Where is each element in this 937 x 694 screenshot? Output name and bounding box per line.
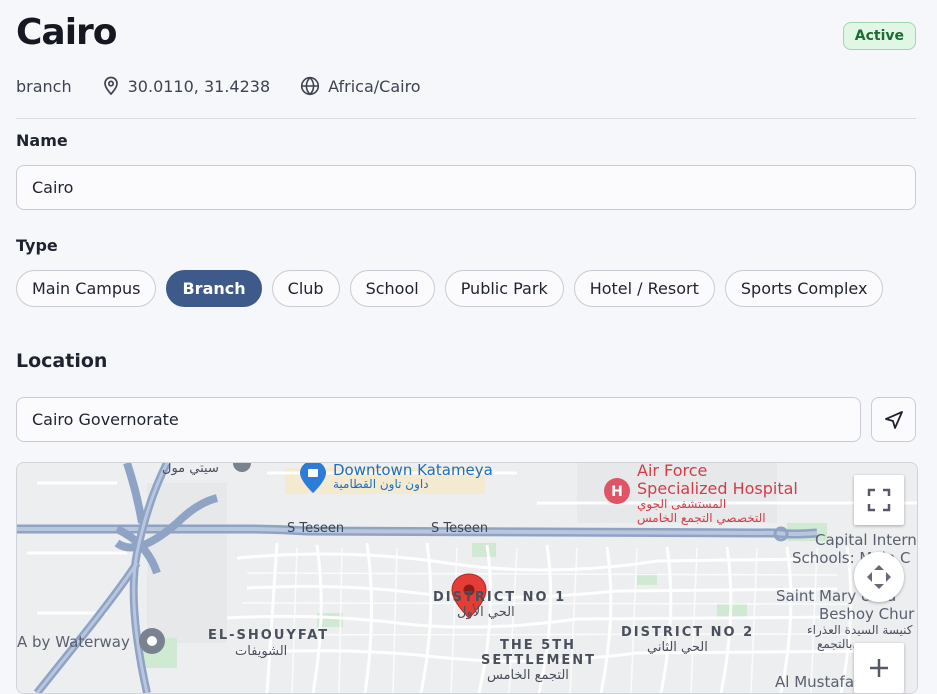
map-label-airforce-ar-2: التخصصي التجمع الخامس <box>637 511 766 525</box>
meta-coordinates: 30.0110, 31.4238 <box>102 76 271 96</box>
map-label-airforce-1: Air Force <box>637 462 708 480</box>
plus-icon <box>870 659 888 677</box>
location-input[interactable] <box>16 397 861 442</box>
type-chip-hotel-resort[interactable]: Hotel / Resort <box>573 270 715 307</box>
map-label-mustafa: Al Mustafa <box>775 673 855 691</box>
meta-coordinates-text: 30.0110, 31.4238 <box>127 76 271 96</box>
type-chip-school[interactable]: School <box>349 270 435 307</box>
meta-timezone-text: Africa/Cairo <box>328 76 421 96</box>
type-chip-sports-complex[interactable]: Sports Complex <box>724 270 884 307</box>
map-label-saint-mary-ar-1: كنيسة السيدة العذراء <box>807 623 913 637</box>
map-label-district-2-ar: الحي الثاني <box>647 640 708 655</box>
map-label-district-2: DISTRICT NO 2 <box>621 625 755 640</box>
pan-arrows-icon <box>867 565 891 589</box>
type-chip-main-campus[interactable]: Main Campus <box>16 270 157 307</box>
svg-text:H: H <box>611 484 623 500</box>
map-label-district-1-ar: الحي الأول <box>457 605 515 620</box>
name-label: Name <box>16 131 68 150</box>
meta-type-text: branch <box>16 76 72 96</box>
map-label-saint-mary-2: Beshoy Chur <box>819 605 915 623</box>
map-label-fifth-ar: التجمع الخامس <box>487 668 569 683</box>
zoom-in-button[interactable] <box>854 643 904 693</box>
map-label-fifth-1: THE 5TH <box>500 638 576 653</box>
type-selector: Main Campus Branch Club School Public Pa… <box>16 270 893 307</box>
map-label-shouyfat-ar: الشويفات <box>235 644 288 659</box>
pan-control-button[interactable] <box>854 552 904 602</box>
navigation-arrow-icon <box>884 410 903 429</box>
meta-timezone: Africa/Cairo <box>300 76 421 96</box>
map-label-waterway: A by Waterway <box>17 633 130 651</box>
type-label: Type <box>16 236 58 255</box>
divider <box>16 118 916 119</box>
map-label-road-left: S Teseen <box>287 521 345 536</box>
meta-type: branch <box>16 77 72 96</box>
map-label-district-1: DISTRICT NO 1 <box>433 590 567 605</box>
map-label-airforce-ar-1: المستشفى الجوي <box>637 497 727 511</box>
fullscreen-icon <box>867 488 891 512</box>
map-label-capital-1: Capital Intern <box>815 531 917 549</box>
locate-me-button[interactable] <box>871 397 916 442</box>
globe-icon <box>301 76 320 96</box>
meta-row: branch 30.0110, 31.4238 Africa/Cairo <box>16 75 451 97</box>
type-chip-public-park[interactable]: Public Park <box>444 270 564 307</box>
type-chip-branch[interactable]: Branch <box>166 270 262 307</box>
map-label-city-mall: سيتي مول <box>162 462 219 476</box>
map-label-shouyfat: EL-SHOUYFAT <box>208 628 330 643</box>
location-title: Location <box>16 350 108 372</box>
status-badge: Active <box>842 22 916 50</box>
map-label-downtown-ar: داون تاون القطامية <box>333 477 429 491</box>
map-view[interactable]: H سيتي مول Downtown Katameya داون تاون ا… <box>16 462 918 694</box>
map-pin-icon <box>103 76 118 96</box>
page-title: Cairo <box>16 12 118 53</box>
map-label-road-right: S Teseen <box>431 521 489 536</box>
map-label-fifth-2: SETTLEMENT <box>481 653 597 668</box>
fullscreen-button[interactable] <box>854 475 904 525</box>
name-input[interactable] <box>16 165 916 210</box>
type-chip-club[interactable]: Club <box>271 270 340 307</box>
map-label-airforce-2: Specialized Hospital <box>637 479 798 498</box>
